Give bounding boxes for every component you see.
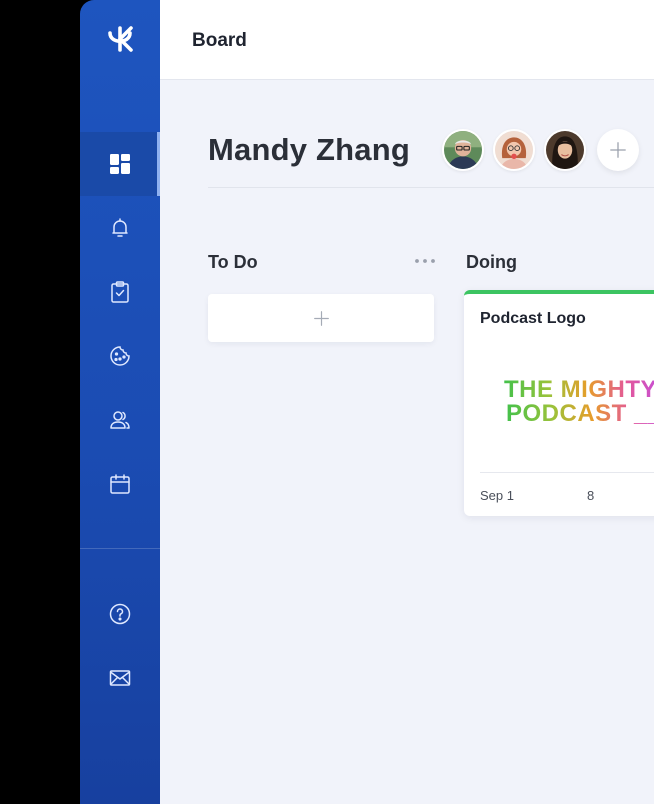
column-title-todo: To Do bbox=[208, 252, 258, 272]
member-avatar[interactable] bbox=[442, 129, 484, 171]
clipboard-check-icon bbox=[111, 281, 129, 303]
cookie-icon bbox=[110, 346, 130, 366]
column-title-doing: Doing bbox=[466, 252, 517, 272]
card-image: THE MIGHTY PODCAST __ bbox=[480, 354, 654, 474]
calendar-icon bbox=[110, 474, 130, 494]
topbar: Board bbox=[160, 0, 654, 80]
add-member-button[interactable] bbox=[597, 129, 639, 171]
sidebar-item-messages[interactable] bbox=[80, 646, 160, 710]
sidebar-item-dashboard[interactable] bbox=[80, 132, 160, 196]
dashboard-icon bbox=[110, 154, 130, 174]
page-title: Mandy Zhang bbox=[208, 132, 410, 167]
avatar-woman-dark-hair-icon bbox=[546, 131, 584, 169]
sidebar-item-notifications[interactable] bbox=[80, 196, 160, 260]
sidebar-item-tasks[interactable] bbox=[80, 260, 160, 324]
logo-icon[interactable] bbox=[106, 24, 134, 54]
sidebar bbox=[80, 0, 160, 804]
sidebar-item-cookies[interactable] bbox=[80, 324, 160, 388]
plus-icon bbox=[610, 142, 626, 158]
mail-icon bbox=[109, 670, 131, 686]
main-area: Board Mandy Zhang To Do Doing Podcast Lo… bbox=[160, 0, 654, 804]
task-card[interactable]: Podcast Logo THE MIGHTY PODCAST __ Sep 1… bbox=[464, 290, 654, 516]
card-divider bbox=[480, 472, 654, 473]
card-due-date: Sep 1 bbox=[480, 488, 514, 503]
board-header: Mandy Zhang bbox=[208, 128, 654, 188]
card-title: Podcast Logo bbox=[480, 310, 586, 327]
podcast-logo-line2: PODCAST __ bbox=[506, 400, 654, 428]
plus-icon bbox=[313, 310, 329, 326]
bell-icon bbox=[112, 218, 128, 237]
avatar-woman-glasses-icon bbox=[495, 131, 533, 169]
help-icon bbox=[109, 603, 131, 625]
add-card-button[interactable] bbox=[208, 294, 434, 342]
users-icon bbox=[110, 411, 130, 429]
page-section-title: Board bbox=[192, 30, 247, 51]
sidebar-item-calendar[interactable] bbox=[80, 452, 160, 516]
more-options-icon[interactable] bbox=[414, 255, 436, 267]
avatar-man-glasses-icon bbox=[444, 131, 482, 169]
sidebar-item-team[interactable] bbox=[80, 388, 160, 452]
card-count: 8 bbox=[587, 488, 595, 503]
member-avatar[interactable] bbox=[544, 129, 586, 171]
member-avatar[interactable] bbox=[493, 129, 535, 171]
sidebar-item-help[interactable] bbox=[80, 582, 160, 646]
sidebar-divider bbox=[80, 548, 160, 549]
